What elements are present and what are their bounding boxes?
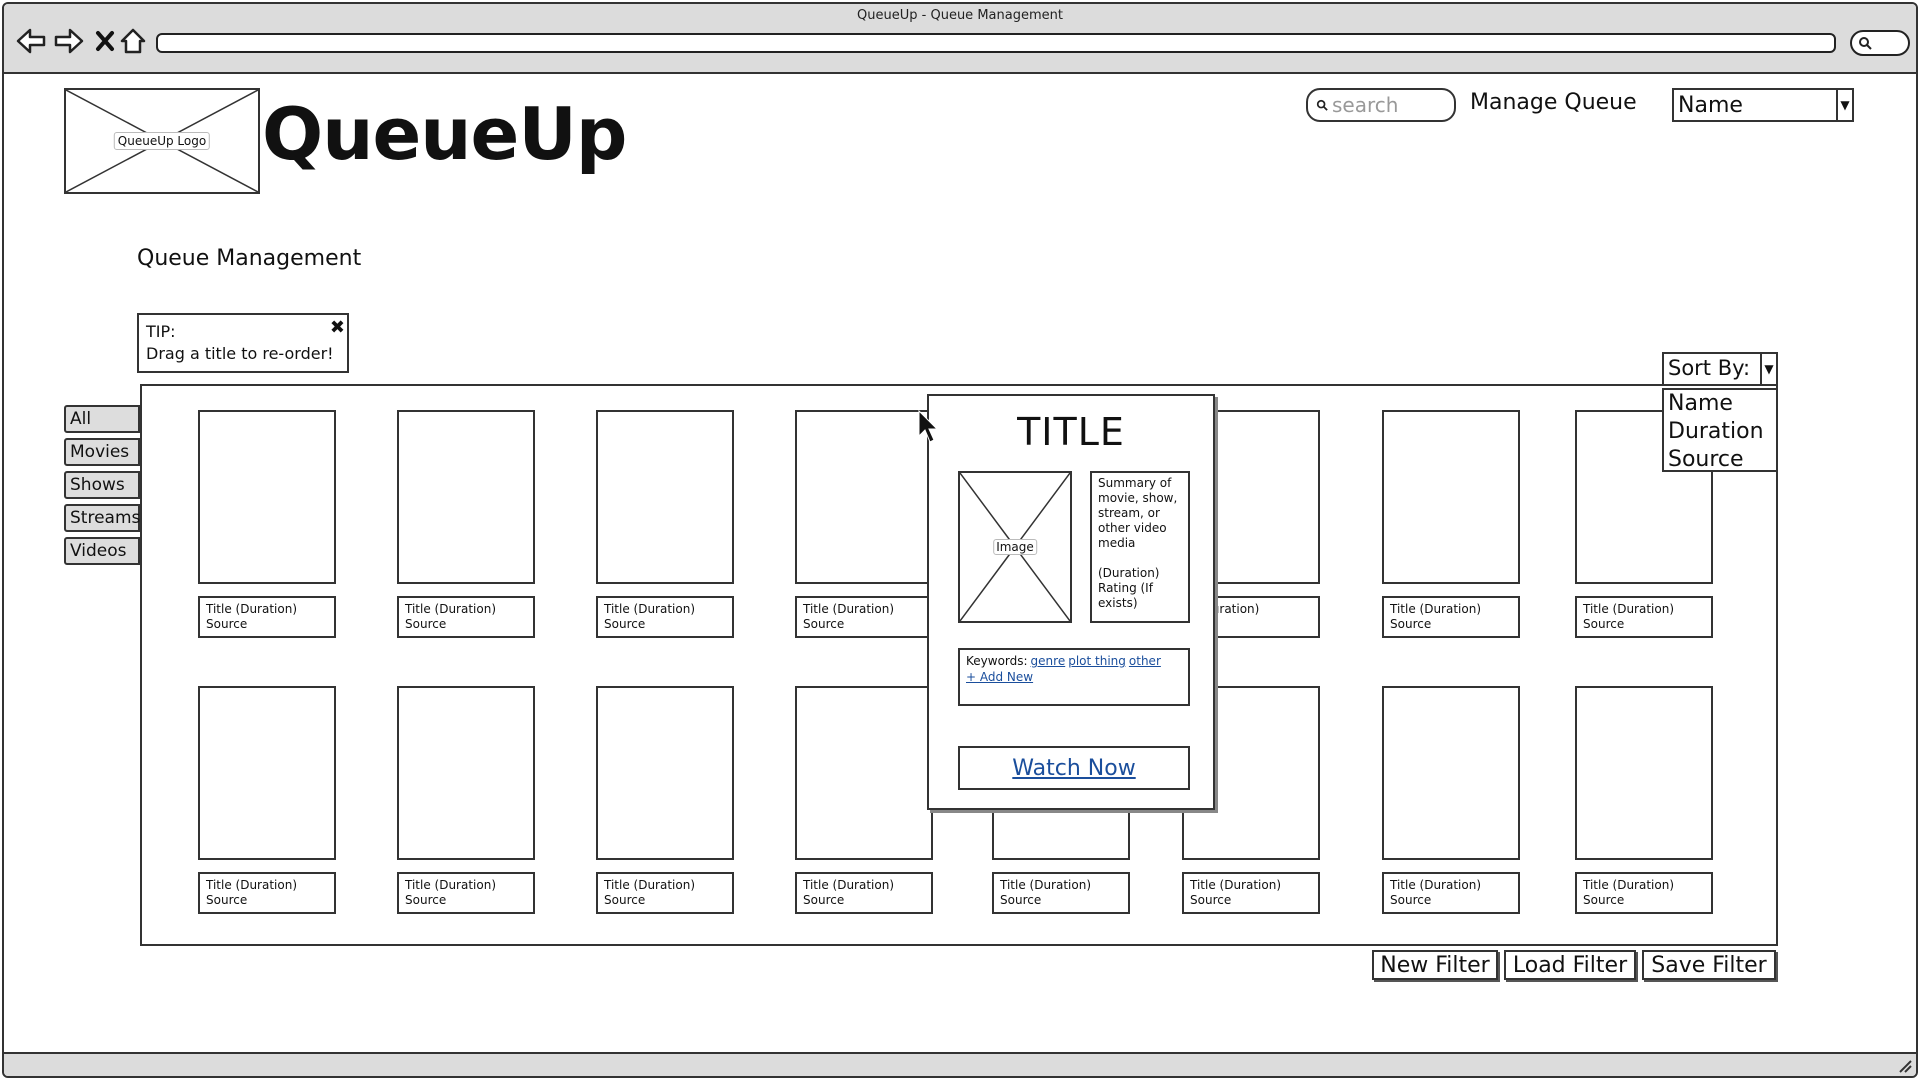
popup-title: TITLE — [1017, 410, 1125, 454]
address-bar[interactable] — [156, 33, 1836, 53]
tile-thumbnail — [1575, 686, 1713, 860]
tile-thumbnail — [397, 686, 535, 860]
chevron-down-icon[interactable]: ▼ — [1836, 90, 1852, 120]
keyword-link[interactable]: other — [1129, 654, 1161, 668]
category-tabs: All Movies Shows Streams Videos — [64, 405, 140, 570]
chevron-down-icon[interactable]: ▼ — [1760, 354, 1776, 384]
status-bar — [4, 1052, 1916, 1076]
tile-thumbnail — [795, 410, 933, 584]
tile-thumbnail — [1382, 686, 1520, 860]
search-input[interactable]: search — [1306, 88, 1456, 122]
tile-caption: Title (Duration) Source — [1382, 872, 1520, 914]
tile-thumbnail — [795, 686, 933, 860]
sort-option-name[interactable]: Name — [1668, 390, 1772, 418]
sort-menu: Name Duration Source — [1662, 388, 1778, 472]
save-filter-button[interactable]: Save Filter — [1642, 950, 1776, 980]
load-filter-button[interactable]: Load Filter — [1504, 950, 1636, 980]
sort-option-duration[interactable]: Duration — [1668, 418, 1772, 446]
tile-caption: Title (Duration) Source — [1182, 872, 1320, 914]
home-icon[interactable] — [116, 24, 150, 58]
title-bar: QueueUp - Queue Management — [4, 4, 1916, 74]
tile-caption: Title (Duration) Source — [198, 596, 336, 638]
logo-label: QueueUp Logo — [113, 132, 211, 150]
keyword-link[interactable]: genre — [1031, 654, 1066, 668]
tip-text: Drag a title to re-order! — [146, 344, 334, 363]
new-filter-button[interactable]: New Filter — [1372, 950, 1498, 980]
tab-movies[interactable]: Movies — [64, 438, 140, 466]
tile-caption: Title (Duration) Source — [992, 872, 1130, 914]
watch-now-button[interactable]: Watch Now — [958, 746, 1190, 790]
tile-caption: Title (Duration) Source — [397, 872, 535, 914]
resize-grip-icon[interactable] — [1896, 1057, 1912, 1073]
popup-image: Image — [958, 471, 1072, 623]
tile-caption: Title (Duration) Source — [795, 872, 933, 914]
tile-thumbnail — [198, 686, 336, 860]
user-select-value: Name — [1678, 92, 1743, 118]
page-title: Queue Management — [137, 246, 362, 271]
user-select[interactable]: Name ▼ — [1672, 88, 1854, 122]
tile-caption: Title (Duration) Source — [1382, 596, 1520, 638]
tab-streams[interactable]: Streams — [64, 504, 140, 532]
add-keyword-link[interactable]: + Add New — [966, 669, 1182, 685]
search-icon — [1316, 99, 1328, 111]
manage-queue-link[interactable]: Manage Queue — [1470, 90, 1637, 115]
forward-icon[interactable] — [52, 24, 86, 58]
sort-by-select[interactable]: Sort By: ▼ — [1662, 352, 1778, 386]
tile-thumbnail — [596, 686, 734, 860]
logo: QueueUp Logo — [64, 88, 260, 194]
mouse-cursor-icon — [918, 410, 939, 443]
popup-keywords: Keywords: genre plot thing other + Add New — [958, 648, 1190, 706]
back-icon[interactable] — [14, 24, 48, 58]
app-title: QueueUp — [262, 92, 627, 176]
sort-by-label: Sort By: — [1668, 356, 1751, 380]
tile-caption: Title (Duration) Source — [596, 872, 734, 914]
browser-search-field[interactable] — [1850, 30, 1910, 56]
window-title: QueueUp - Queue Management — [857, 8, 1063, 23]
tip-label: TIP: — [146, 322, 176, 341]
tile-caption: Title (Duration) Source — [795, 596, 933, 638]
tile-thumbnail — [1382, 410, 1520, 584]
tab-all[interactable]: All — [64, 405, 140, 433]
tile-caption: Title (Duration) Source — [198, 872, 336, 914]
title-detail-popup: TITLE Image Summary of movie, show, stre… — [927, 394, 1215, 810]
tile-thumbnail — [397, 410, 535, 584]
tile-caption: Title (Duration) Source — [1575, 872, 1713, 914]
search-placeholder: search — [1332, 93, 1399, 117]
popup-summary: Summary of movie, show, stream, or other… — [1090, 471, 1190, 623]
tile-thumbnail — [198, 410, 336, 584]
popup-image-label: Image — [993, 539, 1037, 555]
tab-videos[interactable]: Videos — [64, 537, 140, 565]
tile-thumbnail — [596, 410, 734, 584]
tile-caption: Title (Duration) Source — [596, 596, 734, 638]
tile-caption: Title (Duration) Source — [1575, 596, 1713, 638]
tile-caption: Title (Duration) Source — [397, 596, 535, 638]
tab-shows[interactable]: Shows — [64, 471, 140, 499]
close-icon[interactable]: ✖ — [330, 317, 345, 339]
sort-option-source[interactable]: Source — [1668, 446, 1772, 474]
search-icon — [1859, 37, 1872, 50]
tip-box: TIP: Drag a title to re-order! ✖ — [137, 313, 349, 373]
keyword-link[interactable]: plot thing — [1068, 654, 1126, 668]
keywords-label: Keywords: — [966, 654, 1028, 668]
